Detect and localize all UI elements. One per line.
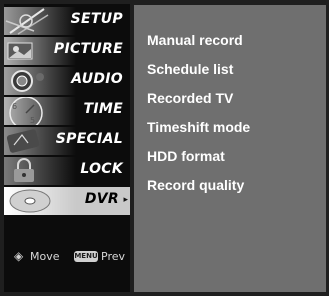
submenu-item-timeshift-mode[interactable]: Timeshift mode xyxy=(147,119,250,135)
menu-item-label: TIME xyxy=(83,101,123,117)
menu-item-special[interactable]: SPECIAL xyxy=(4,127,130,155)
submenu-item-record-quality[interactable]: Record quality xyxy=(147,177,244,193)
menu-item-setup[interactable]: SETUP xyxy=(4,7,130,35)
menu-item-lock[interactable]: LOCK xyxy=(4,157,130,185)
menu-item-time[interactable]: 6 5 TIME xyxy=(4,97,130,125)
menu-item-label: PICTURE xyxy=(53,41,123,57)
menu-item-audio[interactable]: AUDIO xyxy=(4,67,130,95)
submenu-arrow-icon: ▸ xyxy=(123,194,128,204)
menu-item-label: SETUP xyxy=(70,11,123,27)
osd-menu: SETUP PICTURE AUDIO 6 5 TIME SPECIAL LOC… xyxy=(0,0,329,296)
svg-text:6: 6 xyxy=(12,102,17,111)
submenu-panel: Manual record Schedule list Recorded TV … xyxy=(134,5,326,292)
lock-icon xyxy=(4,157,76,185)
prev-hint-label: Prev xyxy=(101,250,125,263)
menu-key-icon: MENU xyxy=(74,251,98,262)
submenu-item-manual-record[interactable]: Manual record xyxy=(147,32,243,48)
submenu-item-schedule-list[interactable]: Schedule list xyxy=(147,61,233,77)
satellite-dish-icon xyxy=(4,7,76,35)
menu-item-label: LOCK xyxy=(80,161,123,177)
disc-icon xyxy=(4,187,76,215)
submenu-item-hdd-format[interactable]: HDD format xyxy=(147,148,225,164)
menu-item-label: SPECIAL xyxy=(55,131,123,147)
move-hint-label: Move xyxy=(30,250,60,263)
footer-hints: ◈ Move MENU Prev xyxy=(4,246,130,268)
speaker-icon xyxy=(4,67,76,95)
move-icon: ◈ xyxy=(14,249,24,263)
clock-icon: 6 5 xyxy=(4,97,76,125)
menu-item-label: AUDIO xyxy=(71,71,123,87)
menu-item-dvr[interactable]: DVR ▸ xyxy=(4,187,130,215)
svg-text:5: 5 xyxy=(30,116,35,125)
menu-item-picture[interactable]: PICTURE xyxy=(4,37,130,65)
submenu-item-recorded-tv[interactable]: Recorded TV xyxy=(147,90,233,106)
menu-item-label: DVR xyxy=(84,191,119,207)
